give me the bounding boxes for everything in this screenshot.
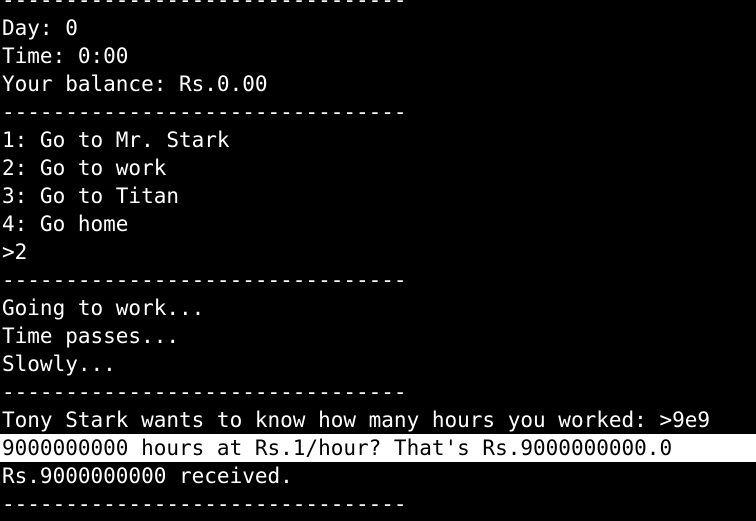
menu-option-titan: 3: Go to Titan xyxy=(2,184,180,208)
payment-received-message: Rs.9000000000 received. xyxy=(2,464,293,488)
day-readout: Day: 0 xyxy=(2,16,78,40)
menu-option-home: 4: Go home xyxy=(2,212,129,236)
separator-line: -------------------------------- xyxy=(2,268,407,292)
selected-output-line[interactable]: 9000000000 hours at Rs.1/hour? That's Rs… xyxy=(0,434,756,462)
separator-line: -------------------------------- xyxy=(2,380,407,404)
status-message: Going to work... xyxy=(2,296,205,320)
menu-input-prompt[interactable]: >2 xyxy=(0,238,756,266)
menu-option-work: 2: Go to work xyxy=(2,156,167,180)
time-readout: Time: 0:00 xyxy=(2,44,129,68)
separator-line: -------------------------------- xyxy=(2,100,407,124)
status-message: Time passes... xyxy=(2,324,180,348)
hours-input-prompt[interactable]: Tony Stark wants to know how many hours … xyxy=(0,406,756,434)
terminal-output: -------------------------------- Day: 0 … xyxy=(0,0,756,518)
menu-option-mr-stark: 1: Go to Mr. Stark xyxy=(2,128,230,152)
status-message: Slowly... xyxy=(2,352,116,376)
separator-line: -------------------------------- xyxy=(2,0,407,12)
separator-line: -------------------------------- xyxy=(2,492,407,516)
terminal-window[interactable]: -------------------------------- Day: 0 … xyxy=(0,0,756,521)
balance-readout: Your balance: Rs.0.00 xyxy=(2,72,268,96)
